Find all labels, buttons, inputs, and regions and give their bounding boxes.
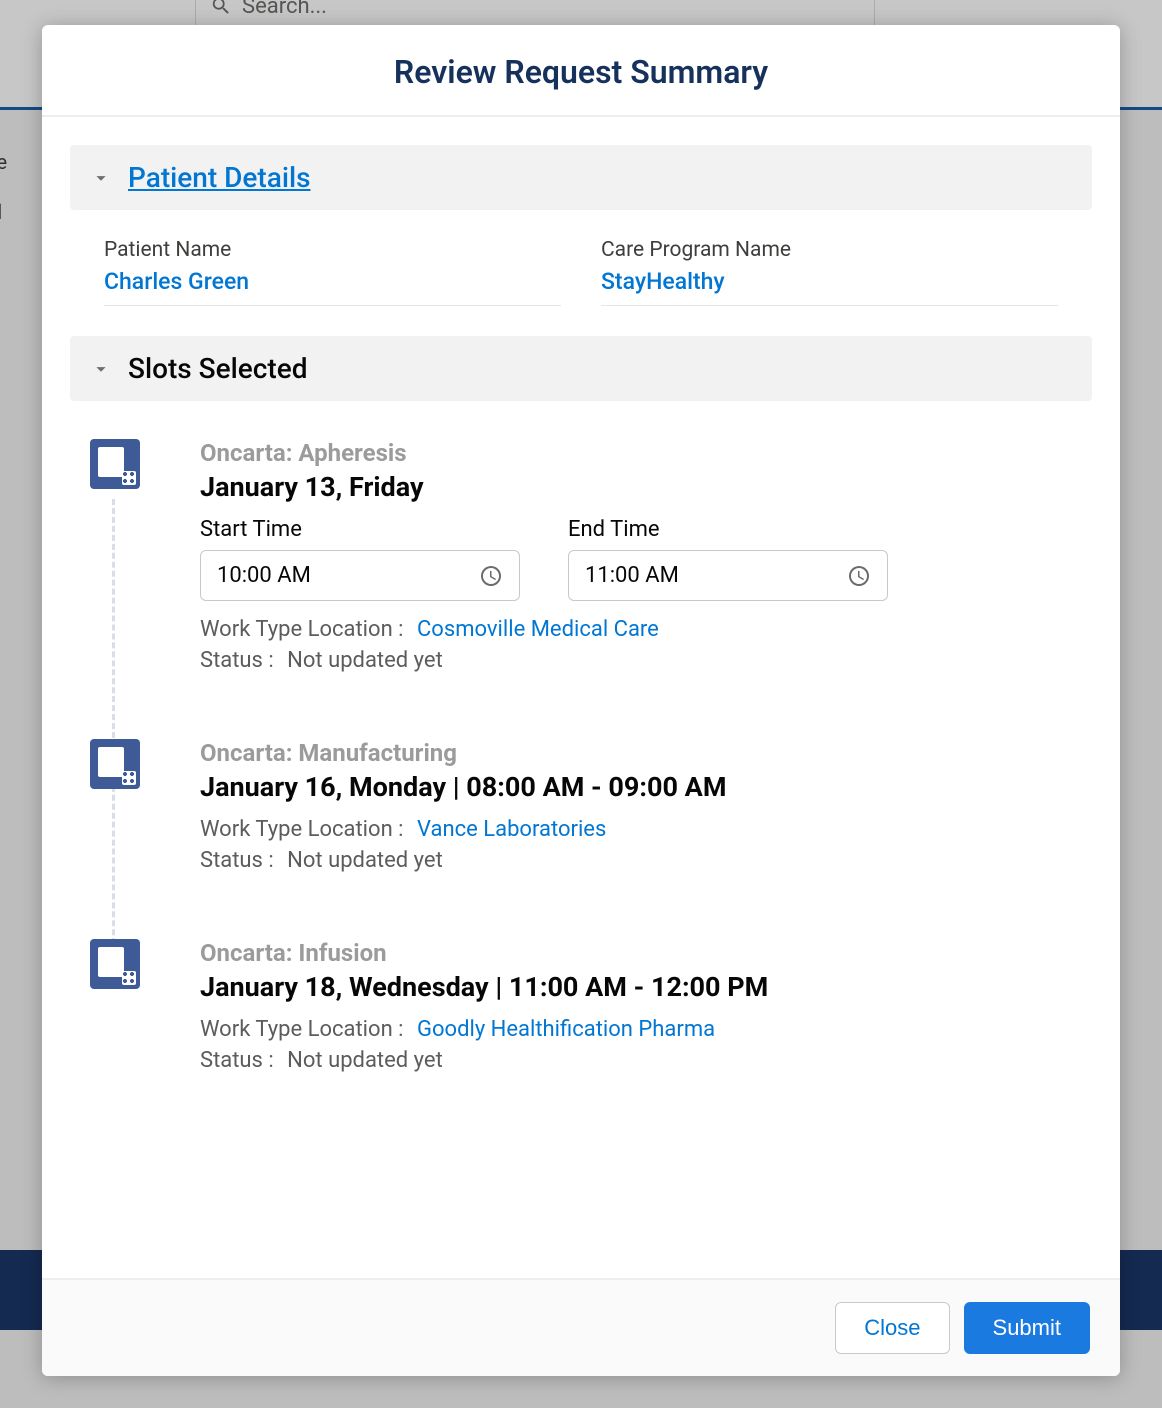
worktype-location-label: Work Type Location : (200, 617, 404, 642)
status-label: Status : (200, 848, 274, 873)
end-time-label: End Time (568, 517, 888, 542)
start-time-label: Start Time (200, 517, 520, 542)
building-icon (90, 939, 140, 989)
patient-details-grid: Patient Name Charles Green Care Program … (70, 228, 1092, 336)
modal-title: Review Request Summary (62, 53, 1100, 91)
worktype-location-row: Work Type Location : Goodly Healthificat… (200, 1017, 1082, 1042)
patient-name-value[interactable]: Charles Green (104, 268, 561, 295)
status-row: Status : Not updated yet (200, 648, 1082, 673)
patient-name-col: Patient Name Charles Green (104, 238, 561, 306)
patient-details-header[interactable]: Patient Details (70, 145, 1092, 210)
status-label: Status : (200, 1048, 274, 1073)
time-row: Start Time 10:00 AM End Time 11:00 AM (200, 517, 1082, 601)
slot-service: Oncarta: Manufacturing (200, 739, 1082, 767)
care-program-label: Care Program Name (601, 238, 1058, 262)
end-time-value: 11:00 AM (585, 563, 679, 588)
worktype-location-row: Work Type Location : Vance Laboratories (200, 817, 1082, 842)
worktype-location-value[interactable]: Cosmoville Medical Care (417, 617, 659, 642)
status-row: Status : Not updated yet (200, 1048, 1082, 1073)
close-button[interactable]: Close (835, 1302, 949, 1354)
worktype-location-value[interactable]: Goodly Healthification Pharma (417, 1017, 715, 1042)
worktype-location-label: Work Type Location : (200, 817, 404, 842)
start-time-col: Start Time 10:00 AM (200, 517, 520, 601)
slots-selected-header[interactable]: Slots Selected (70, 336, 1092, 401)
end-time-col: End Time 11:00 AM (568, 517, 888, 601)
clock-icon (479, 564, 503, 588)
status-value: Not updated yet (287, 648, 443, 673)
modal-footer: Close Submit (42, 1278, 1120, 1376)
start-time-value: 10:00 AM (217, 563, 311, 588)
patient-name-label: Patient Name (104, 238, 561, 262)
review-request-modal: Review Request Summary Patient Details P… (42, 25, 1120, 1376)
modal-header: Review Request Summary (42, 25, 1120, 117)
modal-body: Patient Details Patient Name Charles Gre… (42, 117, 1120, 1278)
slot-row: Oncarta: Apheresis January 13, Friday St… (90, 439, 1082, 679)
slot-content: Oncarta: Infusion January 18, Wednesday … (200, 939, 1082, 1079)
slot-row: Oncarta: Infusion January 18, Wednesday … (90, 939, 1082, 1079)
chevron-down-icon (90, 358, 112, 380)
patient-details-title: Patient Details (128, 161, 311, 194)
slots-timeline: Oncarta: Apheresis January 13, Friday St… (70, 419, 1092, 1149)
slot-content: Oncarta: Manufacturing January 16, Monda… (200, 739, 1082, 879)
slot-date: January 18, Wednesday | 11:00 AM - 12:00… (200, 971, 1082, 1003)
chevron-down-icon (90, 167, 112, 189)
care-program-value[interactable]: StayHealthy (601, 268, 1058, 295)
building-icon (90, 439, 140, 489)
worktype-location-value[interactable]: Vance Laboratories (417, 817, 606, 842)
slot-service: Oncarta: Infusion (200, 939, 1082, 967)
slot-date: January 13, Friday (200, 471, 1082, 503)
start-time-input[interactable]: 10:00 AM (200, 550, 520, 601)
status-label: Status : (200, 648, 274, 673)
end-time-input[interactable]: 11:00 AM (568, 550, 888, 601)
status-value: Not updated yet (287, 1048, 443, 1073)
submit-button[interactable]: Submit (964, 1302, 1090, 1354)
slot-content: Oncarta: Apheresis January 13, Friday St… (200, 439, 1082, 679)
worktype-location-label: Work Type Location : (200, 1017, 404, 1042)
building-icon (90, 739, 140, 789)
status-value: Not updated yet (287, 848, 443, 873)
slot-date: January 16, Monday | 08:00 AM - 09:00 AM (200, 771, 1082, 803)
slot-service: Oncarta: Apheresis (200, 439, 1082, 467)
clock-icon (847, 564, 871, 588)
status-row: Status : Not updated yet (200, 848, 1082, 873)
slot-row: Oncarta: Manufacturing January 16, Monda… (90, 739, 1082, 879)
slots-selected-title: Slots Selected (128, 352, 307, 385)
worktype-location-row: Work Type Location : Cosmoville Medical … (200, 617, 1082, 642)
care-program-col: Care Program Name StayHealthy (601, 238, 1058, 306)
